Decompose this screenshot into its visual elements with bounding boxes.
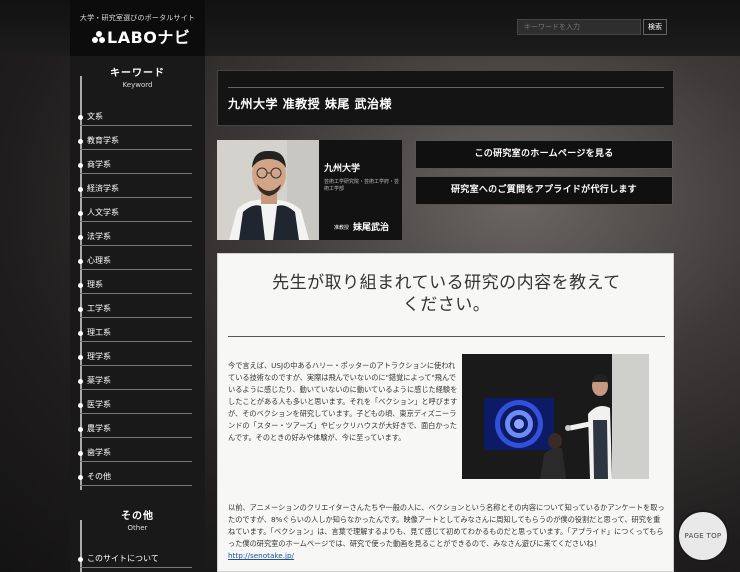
sidebar: キーワード Keyword 文系 教育学系 商学系 経済学系 人文学系 法学系 … — [70, 56, 205, 572]
bullet-icon — [78, 427, 83, 432]
professor-department: 芸術工学研究院・芸術工学府・芸術工学部 — [324, 179, 400, 192]
heading-rule — [228, 336, 665, 337]
bullet-icon — [78, 235, 83, 240]
bullet-icon — [78, 187, 83, 192]
professor-university: 九州大学 — [324, 164, 361, 174]
lab-website-link[interactable]: http://senotake.jp/ — [228, 551, 294, 560]
ask-question-button[interactable]: 研究室へのご質問をアプライドが代行します — [415, 176, 673, 205]
sidebar-item-kogaku[interactable]: 工学系 — [78, 294, 192, 318]
sidebar-item-shigaku[interactable]: 歯学系 — [78, 438, 192, 462]
keyword-heading: キーワード Keyword — [70, 64, 205, 89]
professor-name: 妹尾武治 — [353, 223, 390, 233]
other-title: その他 — [121, 511, 154, 522]
logo-flower-icon — [92, 31, 105, 44]
professor-photo — [217, 140, 319, 240]
interview-content: 先生が取り組まれている研究の内容を教えて ください。 今で言えば、USJの中ある… — [217, 253, 674, 572]
keyword-subtitle: Keyword — [122, 81, 153, 89]
sidebar-item-sonota[interactable]: その他 — [78, 462, 192, 486]
bullet-icon — [78, 451, 83, 456]
sidebar-item-keizai[interactable]: 経済学系 — [78, 174, 192, 198]
sidebar-item-shinri[interactable]: 心理系 — [78, 246, 192, 270]
page-title: 九州大学 准教授 妹尾 武治様 — [228, 97, 393, 111]
keyword-title: キーワード — [110, 68, 165, 79]
sidebar-item-kyoiku[interactable]: 教育学系 — [78, 126, 192, 150]
sidebar-item-yakugaku[interactable]: 薬学系 — [78, 366, 192, 390]
answer-paragraph-2: 以前、アニメーションのクリエイターさんたちや一般の人に、ベクションという名称とそ… — [228, 503, 665, 560]
bullet-icon — [78, 355, 83, 360]
bullet-icon — [78, 331, 83, 336]
bullet-icon — [78, 475, 83, 480]
search-button[interactable]: 検索 — [643, 19, 667, 35]
logo-text: LABOナビ — [107, 28, 191, 47]
bullet-icon — [78, 403, 83, 408]
sidebar-item-riko[interactable]: 理工系 — [78, 318, 192, 342]
other-subtitle: Other — [127, 524, 148, 532]
logo-tagline: 大学・研究室選びのポータルサイト — [79, 14, 196, 22]
professor-card: 九州大学 芸術工学研究院・芸術工学府・芸術工学部 准教授 妹尾武治 — [217, 140, 402, 240]
sidebar-item-about[interactable]: このサイトについて — [78, 544, 192, 568]
sidebar-item-rikei[interactable]: 理系 — [78, 270, 192, 294]
bullet-icon — [78, 259, 83, 264]
lab-homepage-button[interactable]: この研究室のホームページを見る — [415, 140, 673, 169]
professor-rank: 准教授 — [334, 225, 350, 231]
sidebar-item-nogaku[interactable]: 農学系 — [78, 414, 192, 438]
bullet-icon — [78, 163, 83, 168]
bullet-icon — [78, 139, 83, 144]
sidebar-item-hogaku[interactable]: 法学系 — [78, 222, 192, 246]
bullet-icon — [78, 307, 83, 312]
question-heading: 先生が取り組まれている研究の内容を教えて ください。 — [272, 273, 621, 315]
bullet-icon — [78, 379, 83, 384]
other-heading: その他 Other — [70, 507, 205, 532]
lab-experiment-photo — [462, 354, 649, 479]
sidebar-item-rigaku[interactable]: 理学系 — [78, 342, 192, 366]
page-top-button[interactable]: PAGE TOP — [677, 510, 729, 562]
bullet-icon — [78, 211, 83, 216]
site-logo[interactable]: 大学・研究室選びのポータルサイト LABOナビ — [70, 0, 205, 56]
sidebar-item-igaku[interactable]: 医学系 — [78, 390, 192, 414]
sidebar-item-shogaku[interactable]: 商学系 — [78, 150, 192, 174]
sidebar-item-bunkei[interactable]: 文系 — [78, 102, 192, 126]
answer-paragraph-1: 今で言えば、USJの中あるハリー・ポッターのアトラクションに使われている技術なの… — [228, 361, 458, 442]
title-rule — [228, 87, 664, 88]
bullet-icon — [78, 283, 83, 288]
bullet-icon — [78, 115, 83, 120]
sidebar-item-jinbun[interactable]: 人文学系 — [78, 198, 192, 222]
page-title-box: 九州大学 准教授 妹尾 武治様 — [217, 70, 674, 126]
professor-name-line: 准教授 妹尾武治 — [334, 220, 389, 233]
search-input[interactable] — [517, 19, 641, 35]
bullet-icon — [78, 557, 83, 562]
